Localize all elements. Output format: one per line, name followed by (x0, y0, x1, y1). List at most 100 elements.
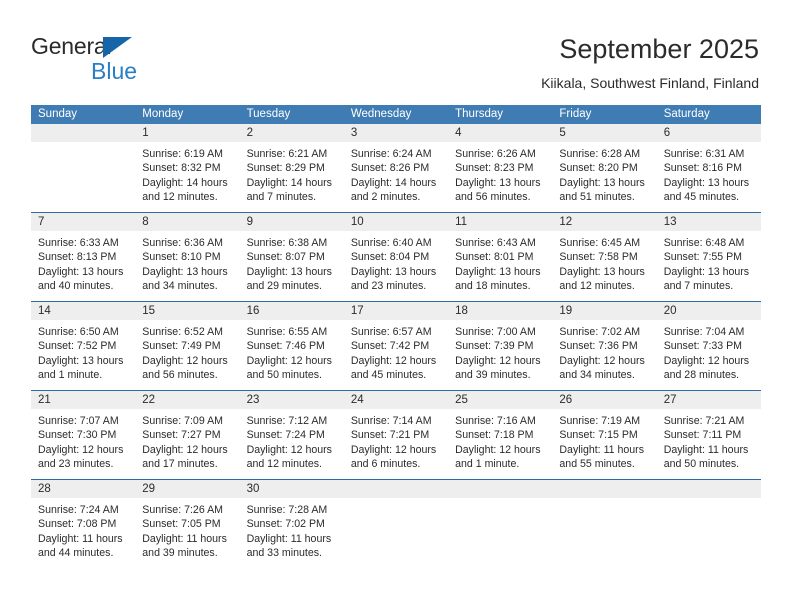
day-number[interactable]: 6 (657, 124, 761, 142)
sunrise-text: Sunrise: 7:02 AM (559, 326, 641, 338)
day-number[interactable]: 10 (344, 213, 448, 231)
daylight-text: Daylight: 13 hours and 45 minutes. (663, 176, 750, 203)
day-cell[interactable]: Sunrise: 6:43 AM Sunset: 8:01 PM Daylight:… (448, 231, 552, 301)
day-number[interactable]: 3 (344, 124, 448, 142)
day-cell[interactable]: Sunrise: 7:09 AM Sunset: 7:27 PM Daylight:… (135, 409, 239, 479)
day-number[interactable]: 15 (135, 302, 239, 320)
general-blue-logo[interactable]: General Blue (31, 33, 211, 89)
day-cell[interactable]: Sunrise: 6:52 AM Sunset: 7:49 PM Daylight:… (135, 320, 239, 390)
day-cell[interactable]: Sunrise: 6:50 AM Sunset: 7:52 PM Daylight:… (31, 320, 135, 390)
day-number[interactable]: 30 (240, 480, 344, 498)
daylight-text: Daylight: 12 hours and 6 minutes. (350, 443, 437, 470)
sunset-text: Sunset: 7:15 PM (559, 429, 638, 442)
day-number[interactable]: 14 (31, 302, 135, 320)
day-cell[interactable]: Sunrise: 6:45 AM Sunset: 7:58 PM Daylight:… (552, 231, 656, 301)
weekday-header-row: Sunday Monday Tuesday Wednesday Thursday Frid… (31, 105, 761, 124)
week-detail-strip: Sunrise: 7:24 AM Sunset: 7:08 PM Daylight:… (31, 498, 761, 568)
day-number[interactable]: 13 (657, 213, 761, 231)
sunset-text: Sunset: 8:13 PM (38, 251, 117, 264)
day-cell[interactable]: Sunrise: 7:21 AM Sunset: 7:11 PM Daylight:… (657, 409, 761, 479)
day-number[interactable]: 24 (344, 391, 448, 409)
day-number-empty (657, 480, 761, 498)
daylight-text: Daylight: 14 hours and 12 minutes. (142, 176, 228, 203)
day-cell[interactable]: Sunrise: 6:19 AM Sunset: 8:32 PM Daylight:… (135, 142, 239, 212)
week-detail-strip: Sunrise: 6:50 AM Sunset: 7:52 PM Daylight:… (31, 320, 761, 390)
day-cell[interactable]: Sunrise: 6:48 AM Sunset: 7:55 PM Daylight:… (657, 231, 761, 301)
day-cell[interactable]: Sunrise: 6:31 AM Sunset: 8:16 PM Daylight:… (657, 142, 761, 212)
sunset-text: Sunset: 7:30 PM (38, 429, 117, 442)
sunrise-text: Sunrise: 7:26 AM (142, 504, 223, 516)
sunset-text: Sunset: 7:18 PM (455, 429, 534, 442)
sunrise-text: Sunrise: 7:12 AM (246, 415, 328, 427)
calendar-weeks: 1 2 3 4 5 6 Sunrise: 6:19 AM Sunset: 8:32 PM Day… (31, 124, 761, 568)
day-cell[interactable]: Sunrise: 7:07 AM Sunset: 7:30 PM Daylight:… (31, 409, 135, 479)
day-cell[interactable]: Sunrise: 6:21 AM Sunset: 8:29 PM Daylight:… (240, 142, 344, 212)
day-number[interactable]: 26 (552, 391, 656, 409)
day-cell[interactable]: Sunrise: 7:24 AM Sunset: 7:08 PM Daylight:… (31, 498, 135, 568)
sunrise-text: Sunrise: 7:00 AM (455, 326, 536, 338)
day-number[interactable]: 16 (240, 302, 344, 320)
sunset-text: Sunset: 7:49 PM (142, 340, 221, 353)
day-cell[interactable]: Sunrise: 7:26 AM Sunset: 7:05 PM Daylight:… (135, 498, 239, 568)
weekday-header-friday: Friday (559, 108, 592, 120)
day-number[interactable]: 2 (240, 124, 344, 142)
day-cell[interactable]: Sunrise: 7:16 AM Sunset: 7:18 PM Daylight:… (448, 409, 552, 479)
day-cell[interactable]: Sunrise: 6:40 AM Sunset: 8:04 PM Daylight:… (344, 231, 448, 301)
week-detail-strip: Sunrise: 7:07 AM Sunset: 7:30 PM Daylight:… (31, 409, 761, 479)
day-cell[interactable]: Sunrise: 6:57 AM Sunset: 7:42 PM Daylight:… (344, 320, 448, 390)
sunset-text: Sunset: 7:21 PM (350, 429, 430, 442)
day-number[interactable]: 5 (552, 124, 656, 142)
daylight-text: Daylight: 12 hours and 50 minutes. (246, 354, 332, 381)
page-subtitle-location: Kiikala, Southwest Finland, Finland (541, 75, 759, 91)
day-number[interactable]: 20 (657, 302, 761, 320)
day-number[interactable]: 9 (240, 213, 344, 231)
sunset-text: Sunset: 7:05 PM (142, 518, 221, 531)
sunset-text: Sunset: 7:33 PM (663, 340, 743, 353)
day-number[interactable]: 21 (31, 391, 135, 409)
day-cell[interactable]: Sunrise: 6:24 AM Sunset: 8:26 PM Daylight:… (344, 142, 448, 212)
day-number[interactable]: 1 (135, 124, 239, 142)
day-cell[interactable]: Sunrise: 7:12 AM Sunset: 7:24 PM Daylight:… (240, 409, 344, 479)
calendar-grid: Sunday Monday Tuesday Wednesday Thursday Frid… (31, 105, 761, 568)
day-cell[interactable]: Sunrise: 7:00 AM Sunset: 7:39 PM Daylight:… (448, 320, 552, 390)
daylight-text: Daylight: 11 hours and 33 minutes. (246, 532, 332, 559)
sunrise-text: Sunrise: 6:48 AM (663, 237, 745, 249)
daylight-text: Daylight: 13 hours and 1 minute. (38, 354, 124, 381)
day-cell[interactable]: Sunrise: 6:55 AM Sunset: 7:46 PM Daylight:… (240, 320, 344, 390)
sunset-text: Sunset: 7:11 PM (663, 429, 742, 442)
day-number[interactable]: 7 (31, 213, 135, 231)
day-number[interactable]: 19 (552, 302, 656, 320)
day-number[interactable]: 28 (31, 480, 135, 498)
day-cell[interactable]: Sunrise: 6:38 AM Sunset: 8:07 PM Daylight:… (240, 231, 344, 301)
day-cell[interactable]: Sunrise: 7:14 AM Sunset: 7:21 PM Daylight:… (344, 409, 448, 479)
day-number[interactable]: 25 (448, 391, 552, 409)
day-number[interactable]: 4 (448, 124, 552, 142)
day-cell[interactable]: Sunrise: 6:33 AM Sunset: 8:13 PM Daylight:… (31, 231, 135, 301)
day-number[interactable]: 12 (552, 213, 656, 231)
sunrise-text: Sunrise: 6:40 AM (350, 237, 432, 249)
day-cell[interactable]: Sunrise: 6:36 AM Sunset: 8:10 PM Daylight:… (135, 231, 239, 301)
weekday-header-thursday: Thursday (455, 108, 504, 120)
day-number[interactable]: 18 (448, 302, 552, 320)
day-cell[interactable]: Sunrise: 6:26 AM Sunset: 8:23 PM Daylight:… (448, 142, 552, 212)
day-number[interactable]: 27 (657, 391, 761, 409)
day-number[interactable]: 29 (135, 480, 239, 498)
sunrise-text: Sunrise: 7:21 AM (663, 415, 745, 427)
day-number[interactable]: 11 (448, 213, 552, 231)
logo-triangle-icon (103, 37, 132, 58)
day-cell[interactable]: Sunrise: 7:04 AM Sunset: 7:33 PM Daylight:… (657, 320, 761, 390)
daylight-text: Daylight: 11 hours and 39 minutes. (142, 532, 227, 559)
day-cell-empty (552, 498, 656, 568)
day-cell[interactable]: Sunrise: 7:02 AM Sunset: 7:36 PM Daylight:… (552, 320, 656, 390)
week-day-number-strip: 28 29 30 (31, 480, 761, 498)
day-number[interactable]: 17 (344, 302, 448, 320)
day-number[interactable]: 8 (135, 213, 239, 231)
day-cell[interactable]: Sunrise: 6:28 AM Sunset: 8:20 PM Daylight:… (552, 142, 656, 212)
day-number[interactable]: 22 (135, 391, 239, 409)
sunset-text: Sunset: 7:08 PM (38, 518, 117, 531)
daylight-text: Daylight: 12 hours and 28 minutes. (663, 354, 750, 381)
day-cell[interactable]: Sunrise: 7:28 AM Sunset: 7:02 PM Daylight:… (240, 498, 344, 568)
day-number[interactable]: 23 (240, 391, 344, 409)
day-cell[interactable]: Sunrise: 7:19 AM Sunset: 7:15 PM Daylight:… (552, 409, 656, 479)
calendar-week-row: 21 22 23 24 25 26 27 Sunrise: 7:07 AM Sunset: 7:… (31, 390, 761, 479)
